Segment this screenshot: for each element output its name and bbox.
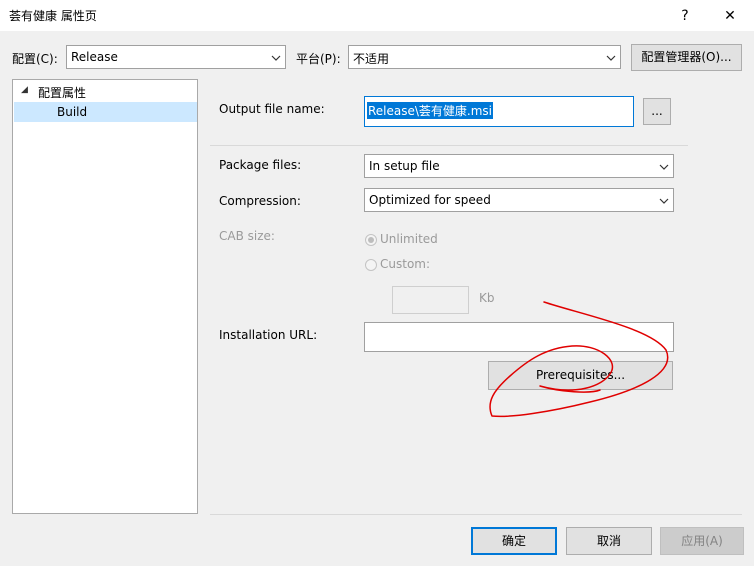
output-file-label: Output file name:: [219, 102, 325, 116]
compression-select[interactable]: Optimized for speed: [364, 188, 674, 212]
browse-button[interactable]: ...: [643, 98, 671, 125]
separator: [210, 145, 688, 146]
title-bar: 荟有健康 属性页 ? ✕: [0, 0, 754, 31]
cab-size-label: CAB size:: [219, 229, 275, 243]
help-button[interactable]: ?: [670, 4, 700, 28]
property-tree: ◢ 配置属性 Build: [12, 79, 198, 514]
cancel-button[interactable]: 取消: [566, 527, 652, 555]
custom-radio[interactable]: [365, 259, 377, 271]
config-label: 配置(C):: [12, 52, 58, 66]
chevron-down-icon: [659, 198, 669, 204]
config-select[interactable]: Release: [66, 45, 286, 69]
config-select-value: Release: [71, 50, 118, 64]
config-manager-button[interactable]: 配置管理器(O)...: [631, 44, 742, 71]
tree-item-config-properties[interactable]: 配置属性: [38, 84, 86, 101]
custom-radio-label: Custom:: [380, 257, 431, 271]
package-files-value: In setup file: [369, 159, 440, 173]
close-button[interactable]: ✕: [715, 4, 745, 28]
platform-select[interactable]: 不适用: [348, 45, 621, 69]
ok-button[interactable]: 确定: [471, 527, 557, 555]
tree-item-build[interactable]: Build: [14, 102, 197, 122]
output-file-value: Release\荟有健康.msi: [367, 102, 494, 119]
platform-select-value: 不适用: [353, 52, 390, 66]
compression-label: Compression:: [219, 194, 301, 208]
package-files-select[interactable]: In setup file: [364, 154, 674, 178]
unlimited-radio-label: Unlimited: [380, 232, 438, 246]
installation-url-label: Installation URL:: [219, 328, 318, 342]
footer-separator: [210, 514, 742, 515]
package-files-label: Package files:: [219, 158, 302, 172]
chevron-down-icon: [271, 55, 281, 61]
chevron-down-icon: [659, 164, 669, 170]
unlimited-radio[interactable]: [365, 234, 377, 246]
compression-value: Optimized for speed: [369, 193, 491, 207]
apply-button[interactable]: 应用(A): [660, 527, 744, 555]
tree-item-build-label: Build: [57, 105, 88, 119]
custom-size-input[interactable]: [392, 286, 469, 314]
chevron-down-icon: [606, 55, 616, 61]
annotation-circle: [489, 301, 669, 418]
output-file-input[interactable]: Release\荟有健康.msi: [364, 96, 634, 127]
expand-icon[interactable]: ◢: [21, 85, 28, 95]
platform-label: 平台(P):: [296, 52, 341, 66]
window-title: 荟有健康 属性页: [9, 9, 97, 23]
